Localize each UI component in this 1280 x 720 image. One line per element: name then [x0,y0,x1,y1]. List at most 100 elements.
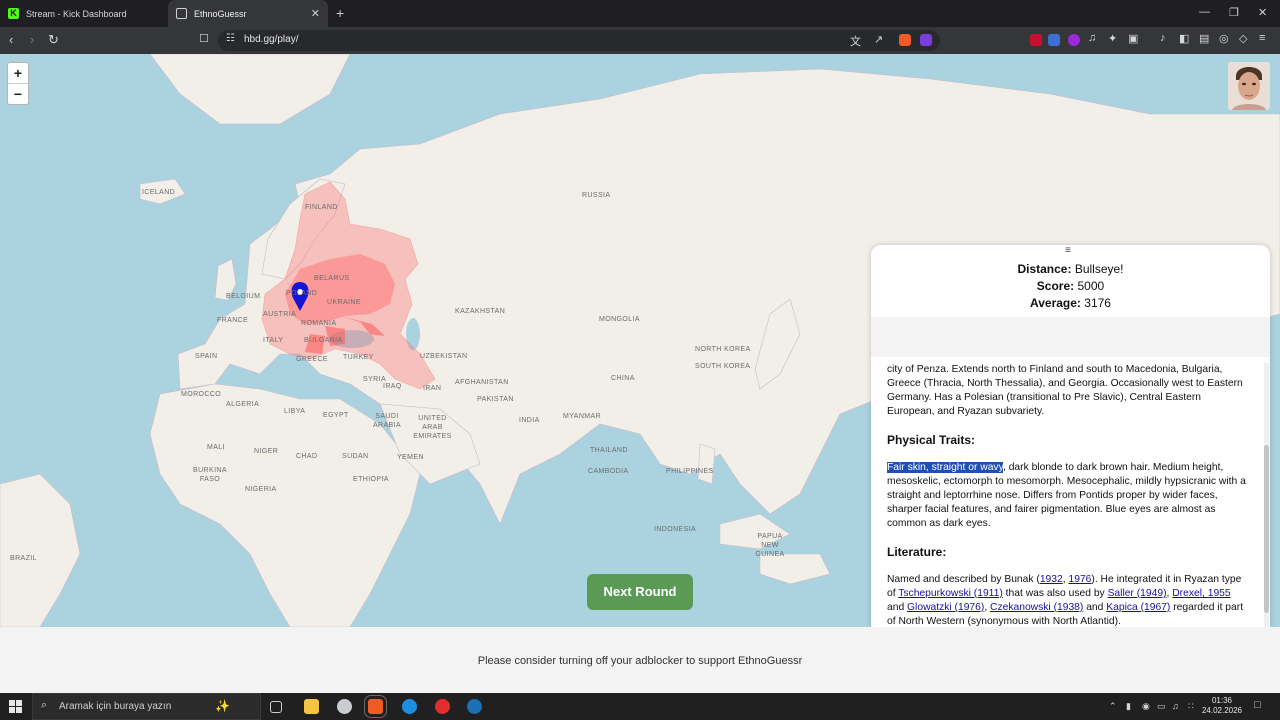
label-bulgaria: BULGARIA [304,337,343,344]
label-egypt: EGYPT [323,412,349,419]
panel-scrollbar-thumb[interactable] [1264,445,1269,613]
link-czekanowski[interactable]: Czekanowski (1938) [990,602,1083,613]
adblock-notice: Please consider turning off your adblock… [477,655,803,667]
battery-icon[interactable]: ▭ [1157,701,1166,712]
label-iceland: ICELAND [142,189,176,196]
sidebar-icon[interactable]: ◧ [1179,32,1189,45]
audio-extension-icon[interactable]: ♫ [1088,32,1096,44]
volume-icon[interactable]: ♫ [1172,701,1179,711]
lit-text: and [1083,602,1107,613]
label-philippines: PHILIPPINES [666,468,714,475]
close-window-button[interactable]: ✕ [1258,6,1267,19]
tab-label: Stream - Kick Dashboard [26,8,127,19]
label-morocco: MOROCCO [181,391,222,398]
label-sudan: SUDAN [342,453,369,460]
link-tschepurkowski[interactable]: Tschepurkowski (1911) [898,588,1003,599]
taskbar-search-box[interactable]: ⌕ Aramak için buraya yazın ✨ [32,693,261,720]
label-burkina-faso: BURKINA FASO [193,467,227,483]
translate-extension-icon[interactable] [1048,34,1060,46]
reload-icon[interactable]: ↻ [48,32,59,48]
score-value: 5000 [1077,279,1105,293]
file-explorer-icon[interactable] [304,699,319,714]
brave-shield-icon[interactable] [899,34,911,46]
score-line: Score: 5000 [871,279,1270,293]
label-myanmar: MYANMAR [563,413,602,420]
average-value: 3176 [1084,296,1111,310]
label-poland: POLAND [286,290,318,297]
browser-tab-bar: K Stream - Kick Dashboard EthnoGuessr ✕ … [0,0,1280,27]
label-greece: GREECE [296,356,328,363]
edge-icon[interactable] [402,699,417,714]
steam-tray-icon[interactable]: ◉ [1142,701,1150,712]
face-photo[interactable] [1228,62,1270,110]
menu-icon[interactable]: ≡ [1259,32,1265,44]
label-saudi-arabia: SAUDI ARABIA [372,413,402,429]
label-north-korea: NORTH KOREA [695,346,751,353]
copilot-sparkle-icon[interactable]: ✨ [215,699,230,713]
minimize-button[interactable]: — [1199,6,1210,18]
clock[interactable]: 01:36 24.02.2026 [1200,696,1244,716]
site-info-icon[interactable]: ☷ [226,33,235,44]
windows-taskbar: ⌕ Aramak için buraya yazın ✨ ⌃ ▮ ◉ ▭ ♫ ∷… [0,693,1280,720]
app-icon[interactable] [337,699,352,714]
new-tab-button[interactable]: + [336,5,344,21]
label-mongolia: MONGOLIA [599,316,640,323]
lit-text: that was also used by [1002,588,1108,599]
tab-kick-dashboard[interactable]: K Stream - Kick Dashboard [0,0,168,27]
label-libya: LIBYA [284,408,306,415]
link-drexel[interactable]: Drexel, 1955 [1172,588,1230,599]
network-icon[interactable]: ∷ [1188,701,1194,712]
label-uae: UNITED ARAB EMIRATES [413,415,452,440]
bookmark-icon[interactable]: ☐ [199,32,209,45]
translate-icon[interactable]: 文 [850,33,861,49]
brave-rewards-icon[interactable] [920,34,932,46]
link-1976[interactable]: 1976 [1068,574,1091,585]
wallet-icon[interactable]: ▤ [1199,32,1209,45]
back-icon[interactable]: ‹ [9,32,13,47]
lit-text: and [887,602,908,613]
screenshot-icon[interactable]: ▣ [1128,32,1138,45]
shield-icon[interactable]: ◇ [1239,32,1247,45]
media-icon[interactable]: ♪ [1160,32,1166,44]
literature-heading: Literature: [887,545,947,559]
microphone-icon[interactable]: ▮ [1126,701,1131,712]
score-label: Score: [1036,279,1075,293]
notification-icon[interactable]: □ [1254,699,1261,711]
label-niger: NIGER [254,448,279,455]
link-1932[interactable]: 1932 [1040,574,1063,585]
type-description[interactable]: city of Penza. Extends north to Finland … [887,363,1250,627]
task-view-icon[interactable] [270,701,282,713]
obs-icon[interactable] [435,699,450,714]
label-south-korea: SOUTH KOREA [695,363,751,370]
restore-button[interactable]: ❐ [1229,6,1239,19]
tray-overflow-icon[interactable]: ⌃ [1109,701,1117,712]
close-tab-icon[interactable]: ✕ [311,7,320,20]
brave-browser-icon[interactable] [364,695,387,718]
face-image [1228,62,1270,110]
address-bar[interactable]: ☷ hbd.gg/play/ 文 ↗ [218,30,940,51]
ublock-icon[interactable] [1030,34,1042,46]
next-round-button[interactable]: Next Round [587,574,693,610]
windows-start-icon[interactable] [9,700,22,713]
tab-ethnoguessr[interactable]: EthnoGuessr ✕ [168,0,328,27]
clock-time: 01:36 [1211,696,1233,705]
literature-text: Named and described by Bunak (1932, 1976… [887,573,1250,627]
label-spain: SPAIN [195,353,218,360]
clock-date: 24.02.2026 [1201,706,1243,715]
label-iran: IRAN [423,385,442,392]
zoom-in-button[interactable]: + [8,63,28,84]
steam-icon[interactable] [467,699,482,714]
zoom-out-button[interactable]: − [8,84,28,105]
link-kapica[interactable]: Kapica (1967) [1106,602,1170,613]
extensions-puzzle-icon[interactable]: ✦ [1108,32,1117,45]
label-pakistan: PAKISTAN [477,396,514,403]
vpn-icon[interactable]: ◎ [1219,32,1229,45]
page-footer: Please consider turning off your adblock… [0,627,1280,693]
label-india: INDIA [519,417,540,424]
link-saller[interactable]: Saller (1949) [1108,588,1167,599]
link-glowatzki[interactable]: Glowatzki (1976) [907,602,984,613]
panel-drag-handle-icon[interactable]: ≡ [1065,245,1071,256]
forward-icon[interactable]: › [30,32,34,47]
extension-icon[interactable] [1068,34,1080,46]
share-icon[interactable]: ↗ [874,33,883,46]
